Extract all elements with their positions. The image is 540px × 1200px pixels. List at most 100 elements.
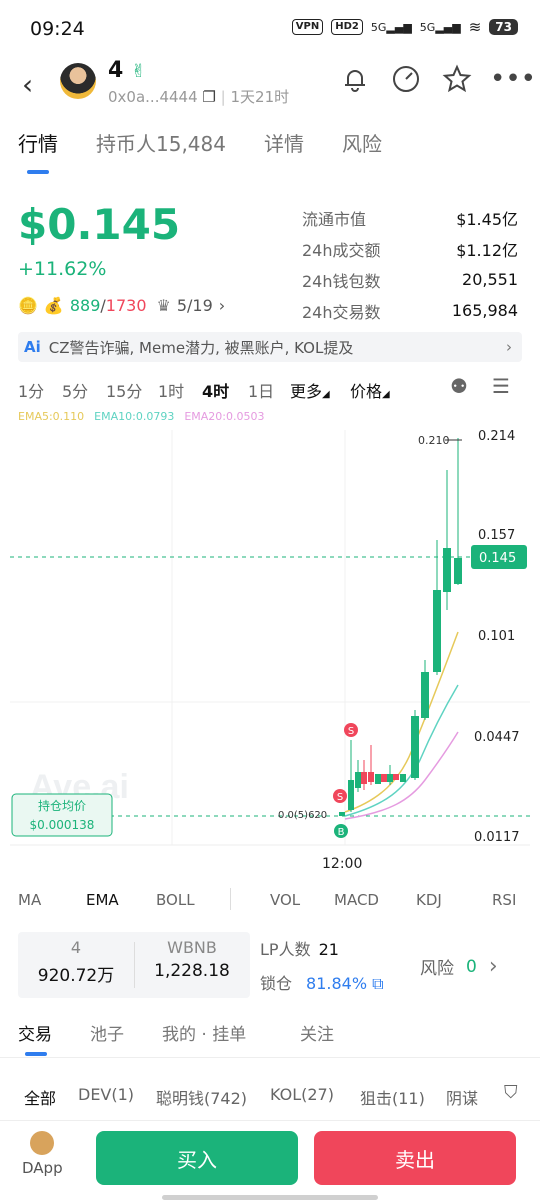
indicator-ema[interactable]: EMA <box>86 891 119 909</box>
y-tick: 0.0447 <box>474 730 520 745</box>
tab-follow[interactable]: 关注 <box>300 1020 334 1045</box>
pool-wbnb: WBNB 1,228.18 <box>134 938 250 981</box>
settings-icon[interactable]: ☰ <box>492 374 510 398</box>
risk-summary[interactable]: 风险 0 › <box>420 954 498 979</box>
price-toggle[interactable]: 价格◢ <box>350 378 390 402</box>
filter-all[interactable]: 全部 <box>24 1085 56 1109</box>
price-chart[interactable]: Ave.ai S S B 0.210 0.0(5)620 0.214 0.157… <box>0 420 540 880</box>
trade-tabs: 交易 池子 我的 · 挂单 关注 <box>0 1016 540 1058</box>
signal-icon-1: 5G▂▄▆ <box>370 20 412 34</box>
sell-marker-label: S <box>337 792 343 803</box>
price-change: +11.62% <box>18 258 107 280</box>
tab-market[interactable]: 行情 <box>18 128 58 157</box>
back-icon[interactable]: ‹ <box>22 68 33 101</box>
indicator-boll[interactable]: BOLL <box>156 891 195 909</box>
sell-marker-label: S <box>348 726 354 737</box>
stat-value: 20,551 <box>462 270 518 289</box>
more-icon[interactable]: ••• <box>490 64 536 94</box>
token-avatar <box>60 63 96 99</box>
tab-trades[interactable]: 交易 <box>18 1020 52 1045</box>
filter-dev[interactable]: DEV(1) <box>78 1085 134 1104</box>
stat-value: $1.45亿 <box>456 209 518 229</box>
indicator-macd[interactable]: MACD <box>334 891 379 909</box>
stat-label: 流通市值 <box>302 209 367 229</box>
interval-1m[interactable]: 1分 <box>18 378 44 402</box>
tab-holders[interactable]: 持币人15,484 <box>96 128 226 157</box>
pancake-icon <box>30 1131 55 1155</box>
bottom-bar: DApp 买入 卖出 <box>0 1120 540 1200</box>
chevron-right-icon: › <box>488 954 498 979</box>
indicator-kdj[interactable]: KDJ <box>416 891 442 909</box>
status-time: 09:24 <box>30 18 85 40</box>
lp-count-value: 21 <box>318 940 339 959</box>
y-tick: 0.214 <box>478 429 515 444</box>
filter-smart-money[interactable]: 聪明钱(742) <box>156 1085 247 1109</box>
signal-icon-2: 5G▂▄▆ <box>419 20 461 34</box>
current-price-tag-label: 0.145 <box>479 551 516 566</box>
filter-conspiracy[interactable]: 阴谋 <box>446 1085 478 1109</box>
ai-icon: Ai <box>24 338 41 356</box>
stat-value: 165,984 <box>451 301 518 320</box>
stat-row: 24h钱包数 20,551 <box>302 264 518 295</box>
stat-label: 24h钱包数 <box>302 271 381 291</box>
stat-row: 24h成交额 $1.12亿 <box>302 233 518 264</box>
buy-button[interactable]: 买入 <box>96 1131 298 1185</box>
wifi-icon: ≋ <box>468 18 482 36</box>
lock-value[interactable]: 81.84% <box>306 974 367 993</box>
bell-icon[interactable] <box>340 64 370 101</box>
lp-count-label: LP人数 <box>260 940 311 959</box>
stat-row: 24h交易数 165,984 <box>302 295 518 326</box>
ai-summary-bar[interactable]: Ai CZ警告诈骗, Meme潜力, 被黑账户, KOL提及 › <box>18 332 522 362</box>
risk-value: 0 <box>466 956 477 977</box>
dapp-button[interactable]: DApp <box>22 1131 63 1177</box>
stat-label: 24h成交额 <box>302 240 381 260</box>
low-label: 0.0(5)620 <box>278 810 327 821</box>
status-bar: 09:24 VPN HD2 5G▂▄▆ 5G▂▄▆ ≋ 73 <box>0 0 540 58</box>
filter-kol[interactable]: KOL(27) <box>270 1085 334 1104</box>
indicator-tabs: MA EMA BOLL VOL MACD KDJ RSI <box>0 884 540 918</box>
copy-icon[interactable]: ❐ <box>202 88 215 106</box>
filter-sniper[interactable]: 狙击(11) <box>360 1085 425 1109</box>
sell-button[interactable]: 卖出 <box>314 1131 516 1185</box>
tab-risk[interactable]: 风险 <box>342 128 382 157</box>
external-link-icon[interactable]: ⧉ <box>372 974 383 993</box>
pool-wbnb-amount: 1,228.18 <box>154 961 230 981</box>
address-text: 0x0a...4444 <box>108 88 198 106</box>
interval-1d[interactable]: 1日 <box>248 378 274 402</box>
main-tabs: 行情 持币人15,484 详情 风险 <box>0 128 540 174</box>
rank[interactable]: 5/19 <box>177 296 213 315</box>
buy-marker-label: B <box>338 827 345 838</box>
y-tick: 0.0117 <box>474 830 520 845</box>
holders-den: 1730 <box>105 296 147 315</box>
indicator-vol[interactable]: VOL <box>270 891 300 909</box>
token-address: 0x0a...4444 ❐ | 1天21时 <box>108 88 290 106</box>
candles <box>339 438 462 816</box>
indicator-ma[interactable]: MA <box>18 891 41 909</box>
tab-underline <box>27 170 49 174</box>
interval-4h[interactable]: 4时 <box>202 378 229 402</box>
stat-label: 24h交易数 <box>302 302 381 322</box>
chevron-right-icon: › <box>506 338 512 356</box>
tab-details[interactable]: 详情 <box>264 128 304 157</box>
star-icon[interactable] <box>442 64 472 101</box>
indicator-rsi[interactable]: RSI <box>492 891 516 909</box>
token-name: 4 ✌ <box>108 58 147 83</box>
tab-my-orders[interactable]: 我的 · 挂单 <box>162 1020 246 1045</box>
home-indicator <box>162 1195 378 1200</box>
pool-token-symbol: 4 <box>70 938 82 957</box>
drawing-icon[interactable]: ⚉ <box>450 374 468 398</box>
interval-1h[interactable]: 1时 <box>158 378 184 402</box>
pool-wbnb-symbol: WBNB <box>167 938 217 957</box>
battery-icon: 73 <box>489 19 518 35</box>
interval-5m[interactable]: 5分 <box>62 378 88 402</box>
speedometer-icon[interactable] <box>390 64 422 101</box>
status-icons: VPN HD2 5G▂▄▆ 5G▂▄▆ ≋ 73 <box>291 18 518 36</box>
interval-15m[interactable]: 15分 <box>106 378 142 402</box>
crown-icon: ♛ <box>156 296 171 315</box>
x-tick: 12:00 <box>322 856 362 872</box>
filter-icon[interactable]: ⛉ <box>504 1082 518 1103</box>
token-age: 1天21时 <box>230 88 290 106</box>
tab-pools[interactable]: 池子 <box>90 1020 124 1045</box>
lock-label: 锁仓 <box>260 974 293 993</box>
interval-more[interactable]: 更多◢ <box>290 378 330 402</box>
